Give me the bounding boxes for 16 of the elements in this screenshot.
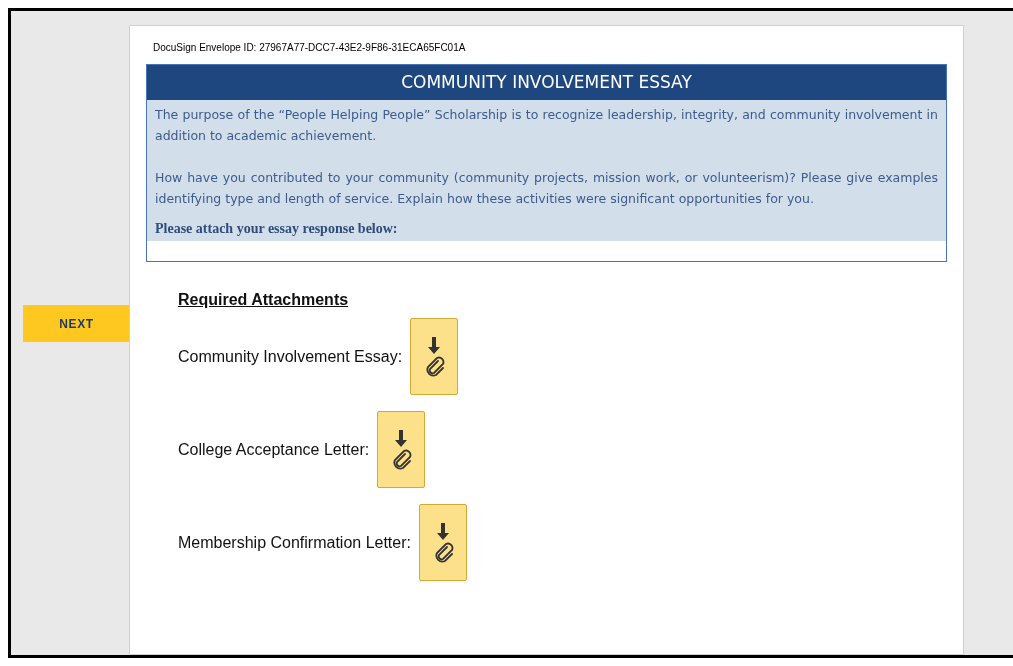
next-button[interactable]: NEXT bbox=[23, 305, 130, 342]
attach-instruction: Please attach your essay response below: bbox=[155, 220, 399, 238]
essay-title-bar: COMMUNITY INVOLVEMENT ESSAY bbox=[147, 65, 946, 100]
attachment-button[interactable] bbox=[377, 411, 426, 488]
download-paperclip-icon bbox=[390, 427, 413, 472]
attachment-button[interactable] bbox=[410, 318, 459, 395]
attachment-label: Membership Confirmation Letter: bbox=[178, 532, 411, 553]
attachment-label: Community Involvement Essay: bbox=[178, 346, 403, 367]
envelope-id: DocuSign Envelope ID: 27967A77-DCC7-43E2-9F86-31ECA65FC01A bbox=[153, 41, 466, 55]
attachment-label: College Acceptance Letter: bbox=[178, 439, 370, 460]
download-paperclip-icon bbox=[432, 520, 454, 565]
attachments-heading: Required Attachments bbox=[178, 290, 349, 310]
paragraph: How have you contributed to your community (community projects, mission work, or volunteerism)? Please give examples identifying type and length of service. Explain how these activities were significant opportunities for you. bbox=[155, 169, 938, 208]
download-paperclip-icon bbox=[423, 334, 446, 379]
attachment-button[interactable] bbox=[419, 504, 467, 581]
paragraph: The purpose of the “People Helping People” Scholarship is to recognize leadership, integrity, and community involvement in addition to academic achievement. bbox=[155, 106, 938, 145]
